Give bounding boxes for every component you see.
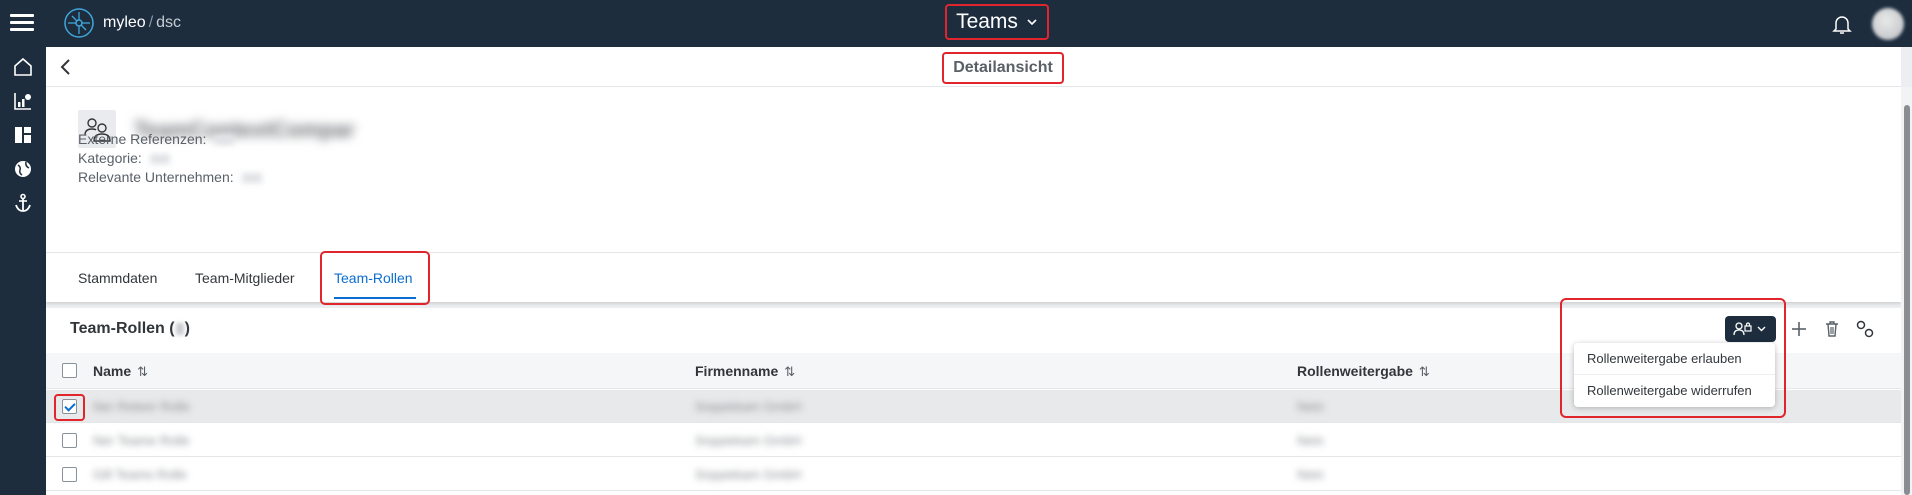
row-checkbox[interactable] — [62, 399, 77, 414]
sort-icon: ⇅ — [784, 365, 796, 380]
column-header-company[interactable]: Firmenname ⇅ — [695, 363, 795, 380]
cell-name: Ner Reteer Rolle — [93, 399, 190, 414]
table-title: Team-Rollen () — [70, 320, 190, 337]
menu-item-revoke-role-sharing[interactable]: Rollenweitergabe widerrufen — [1574, 375, 1775, 407]
nav-global[interactable] — [7, 153, 39, 185]
column-header-name[interactable]: Name ⇅ — [93, 363, 148, 380]
sort-icon: ⇅ — [137, 365, 149, 380]
column-header-role-sharing[interactable]: Rollenweitergabe ⇅ — [1297, 363, 1430, 380]
attr-category: Kategorie: — [78, 150, 170, 166]
sort-icon: ⇅ — [1418, 365, 1430, 380]
cell-name: Ner Teame Rolle — [93, 433, 190, 448]
detail-header-bar: Detailansicht — [46, 47, 1901, 87]
attr-external-references: Externe Referenzen: — [78, 131, 235, 147]
tab-stammdaten[interactable]: Stammdaten — [78, 270, 157, 286]
shell-bar: myleo / dsc Teams — [0, 0, 1912, 47]
cell-role-sharing: Nein — [1297, 467, 1324, 482]
object-header: TeamContextCompar Externe Referenzen: Ka… — [46, 87, 1901, 252]
role-sharing-menu-button[interactable] — [1725, 316, 1776, 342]
delete-icon[interactable] — [1821, 318, 1843, 340]
hamburger-menu-icon[interactable] — [8, 10, 36, 36]
active-tab-indicator — [334, 297, 416, 299]
table-row[interactable]: Ner Teame Rolle Snppiekam GmbH Nein — [46, 424, 1901, 457]
chart-icon — [14, 93, 31, 110]
row-checkbox[interactable] — [62, 433, 77, 448]
tab-team-mitglieder[interactable]: Team-Mitglieder — [195, 270, 295, 286]
logo-text: myleo / dsc — [103, 14, 182, 31]
app-title-selector[interactable]: Teams — [945, 4, 1049, 40]
side-navigation — [0, 47, 46, 495]
table-row[interactable]: Gill Teams Rolle Snppiekam GmbH Nein — [46, 458, 1901, 491]
dashboard-icon — [15, 127, 31, 143]
cell-role-sharing: Nein — [1297, 433, 1324, 448]
anchor-icon — [15, 193, 31, 212]
cell-company: Snppiekam GmbH — [695, 467, 802, 482]
nav-anchor[interactable] — [7, 187, 39, 219]
cell-company: Snppiekam GmbH — [695, 399, 802, 414]
detail-view-title: Detailansicht — [942, 52, 1064, 84]
tab-team-rollen[interactable]: Team-Rollen — [334, 270, 413, 286]
menu-item-allow-role-sharing[interactable]: Rollenweitergabe erlauben — [1574, 343, 1775, 375]
nav-dashboard[interactable] — [7, 119, 39, 151]
globe-icon — [15, 161, 31, 177]
notification-bell-icon[interactable] — [1830, 12, 1854, 36]
scrollbar-thumb[interactable] — [1904, 105, 1910, 495]
nav-home[interactable] — [7, 51, 39, 83]
add-icon[interactable] — [1788, 318, 1810, 340]
select-all-checkbox[interactable] — [62, 363, 77, 378]
app-logo[interactable]: myleo / dsc — [62, 6, 181, 40]
cell-company: Snppiekam GmbH — [695, 433, 802, 448]
app-title: Teams — [956, 10, 1018, 33]
home-icon — [14, 57, 32, 76]
row-checkbox[interactable] — [62, 467, 77, 482]
tab-bar: Stammdaten Team-Mitglieder Team-Rollen — [46, 251, 1901, 305]
settings-icon[interactable] — [1854, 318, 1876, 340]
role-sharing-icon — [1732, 322, 1765, 336]
nav-analytics[interactable] — [7, 85, 39, 117]
user-avatar[interactable] — [1872, 8, 1904, 40]
back-arrow-icon[interactable] — [54, 55, 78, 79]
attr-relevant-companies: Relevante Unternehmen: — [78, 169, 262, 185]
chevron-down-icon — [1027, 19, 1037, 26]
role-sharing-dropdown-menu: Rollenweitergabe erlauben Rollenweiterga… — [1574, 343, 1775, 407]
logo-icon — [64, 8, 94, 38]
cell-name: Gill Teams Rolle — [93, 467, 187, 482]
cell-role-sharing: Nein — [1297, 399, 1324, 414]
